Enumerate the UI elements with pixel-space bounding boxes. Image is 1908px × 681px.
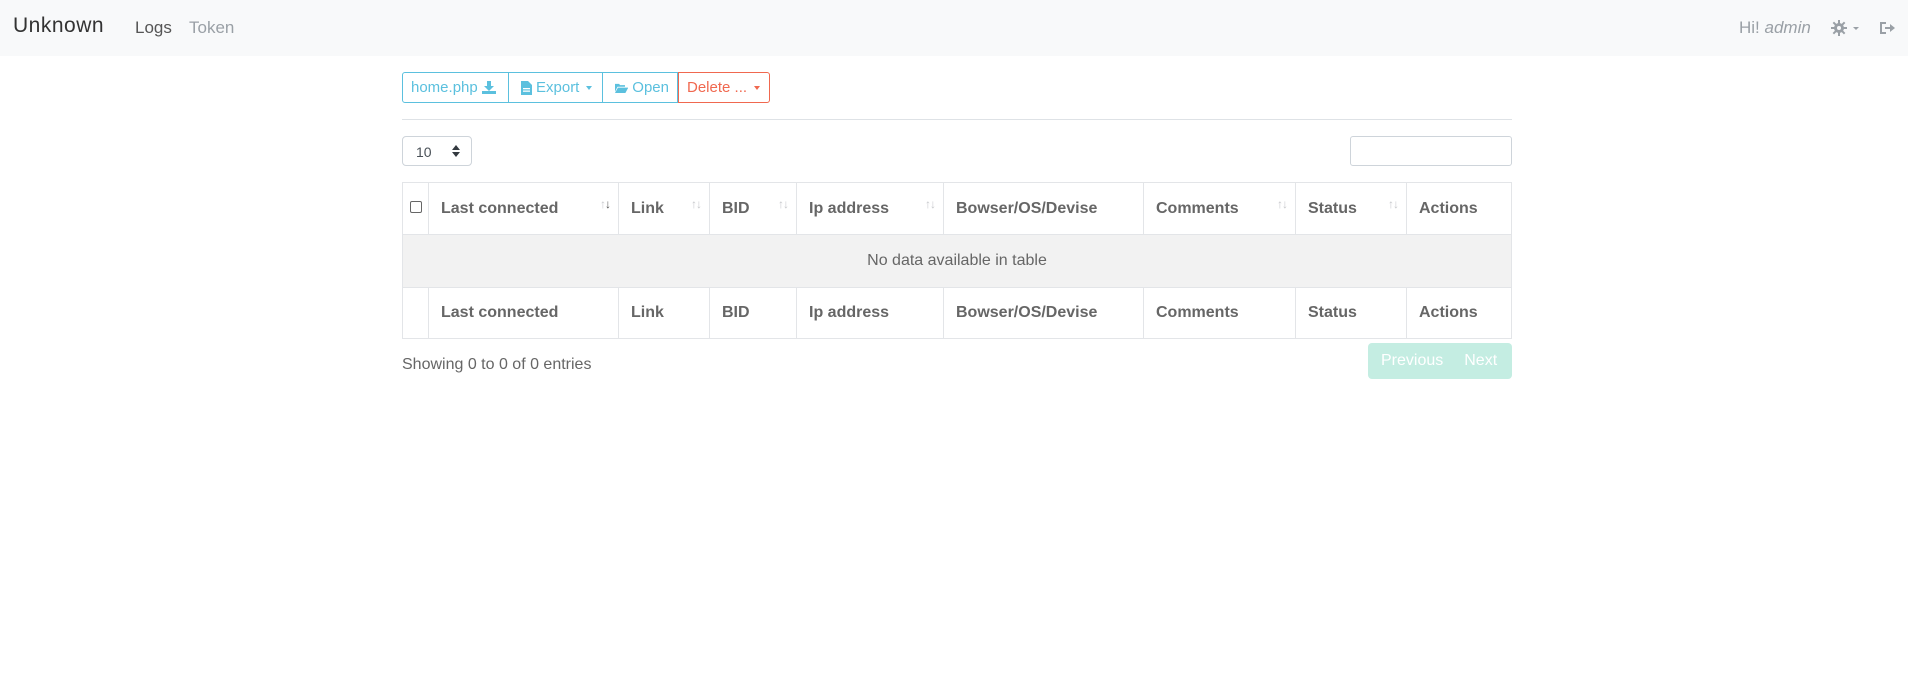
- column-label: BID: [722, 199, 750, 217]
- column-header-actions: Actions: [1406, 182, 1512, 235]
- footer-bid: BID: [709, 287, 797, 339]
- column-label: Comments: [1156, 199, 1239, 217]
- column-label: Last connected: [441, 199, 559, 217]
- next-button[interactable]: Next: [1464, 352, 1497, 370]
- column-header-ip-address[interactable]: Ip address ↑↓: [796, 182, 944, 235]
- table-info: Showing 0 to 0 of 0 entries: [402, 356, 592, 373]
- column-header-last-connected[interactable]: Last connected ↑↓: [428, 182, 619, 235]
- footer-ip-address: Ip address: [796, 287, 944, 339]
- column-label: Status: [1308, 199, 1357, 217]
- export-label: Export: [536, 79, 580, 96]
- pagination: Previous Next: [1368, 343, 1512, 379]
- column-header-browser: Bowser/OS/Devise: [943, 182, 1144, 235]
- settings-dropdown[interactable]: [1830, 16, 1864, 40]
- column-header-link[interactable]: Link ↑↓: [618, 182, 710, 235]
- navbar: Unknown Logs Token Hi! admin: [0, 0, 1908, 56]
- nav-link-token[interactable]: Token: [189, 18, 234, 38]
- file-label: home.php: [411, 79, 478, 96]
- column-header-bid[interactable]: BID ↑↓: [709, 182, 797, 235]
- delete-label: Delete ...: [687, 79, 748, 96]
- column-label: Actions: [1419, 199, 1478, 217]
- username: admin: [1764, 18, 1811, 37]
- folder-open-icon: [615, 83, 629, 93]
- file-toolbar: home.php Export Open Delete ...: [402, 72, 770, 103]
- column-header-status[interactable]: Status ↑↓: [1295, 182, 1407, 235]
- sort-icon: ↑↓: [600, 197, 611, 211]
- download-file-button[interactable]: home.php: [402, 72, 509, 103]
- previous-button[interactable]: Previous: [1381, 352, 1443, 370]
- logout-button[interactable]: [1878, 18, 1896, 38]
- greeting-text: Hi!: [1739, 18, 1760, 37]
- chevron-down-icon: [754, 85, 761, 90]
- divider: [402, 119, 1512, 120]
- column-label: Ip address: [809, 199, 890, 217]
- file-icon: [521, 80, 532, 95]
- gear-icon: [1831, 20, 1859, 36]
- user-greeting: Hi! admin: [1739, 18, 1811, 38]
- sort-icon: ↑↓: [691, 197, 702, 211]
- sort-icon: ↑↓: [925, 197, 936, 211]
- download-icon: [481, 81, 496, 94]
- select-all-checkbox[interactable]: [409, 200, 422, 213]
- export-dropdown-button[interactable]: Export: [509, 72, 603, 103]
- footer-last-connected: Last connected: [428, 287, 619, 339]
- table-footer-row: Last connected Link BID Ip address Bowse…: [402, 287, 1512, 339]
- logs-table: Last connected ↑↓ Link ↑↓ BID ↑↓ Ip addr…: [402, 182, 1512, 339]
- page-length-value: 10: [416, 144, 432, 160]
- footer-status: Status: [1295, 287, 1407, 339]
- column-label: Bowser/OS/Devise: [956, 199, 1098, 217]
- sort-icon: ↑↓: [1388, 197, 1399, 211]
- open-button[interactable]: Open: [603, 72, 678, 103]
- column-label: Link: [631, 199, 664, 217]
- select-all-cell: [402, 182, 429, 235]
- brand[interactable]: Unknown: [13, 14, 104, 38]
- empty-message: No data available in table: [402, 234, 1512, 288]
- sort-icon: ↑↓: [778, 197, 789, 211]
- footer-browser: Bowser/OS/Devise: [943, 287, 1144, 339]
- delete-dropdown-button[interactable]: Delete ...: [678, 72, 770, 103]
- logout-icon: [1880, 22, 1895, 34]
- nav-link-logs[interactable]: Logs: [135, 18, 172, 38]
- sort-icon: ↑↓: [1277, 197, 1288, 211]
- open-label: Open: [632, 79, 669, 96]
- search-input[interactable]: [1350, 136, 1512, 166]
- footer-comments: Comments: [1143, 287, 1296, 339]
- table-header-row: Last connected ↑↓ Link ↑↓ BID ↑↓ Ip addr…: [402, 182, 1512, 235]
- page-length-select[interactable]: 10: [402, 136, 472, 166]
- chevron-down-icon: [586, 85, 593, 90]
- footer-actions: Actions: [1406, 287, 1512, 339]
- footer-link: Link: [618, 287, 710, 339]
- empty-row: No data available in table: [402, 234, 1512, 288]
- column-header-comments[interactable]: Comments ↑↓: [1143, 182, 1296, 235]
- footer-checkbox-cell: [402, 287, 429, 339]
- select-arrows-icon: [452, 145, 460, 157]
